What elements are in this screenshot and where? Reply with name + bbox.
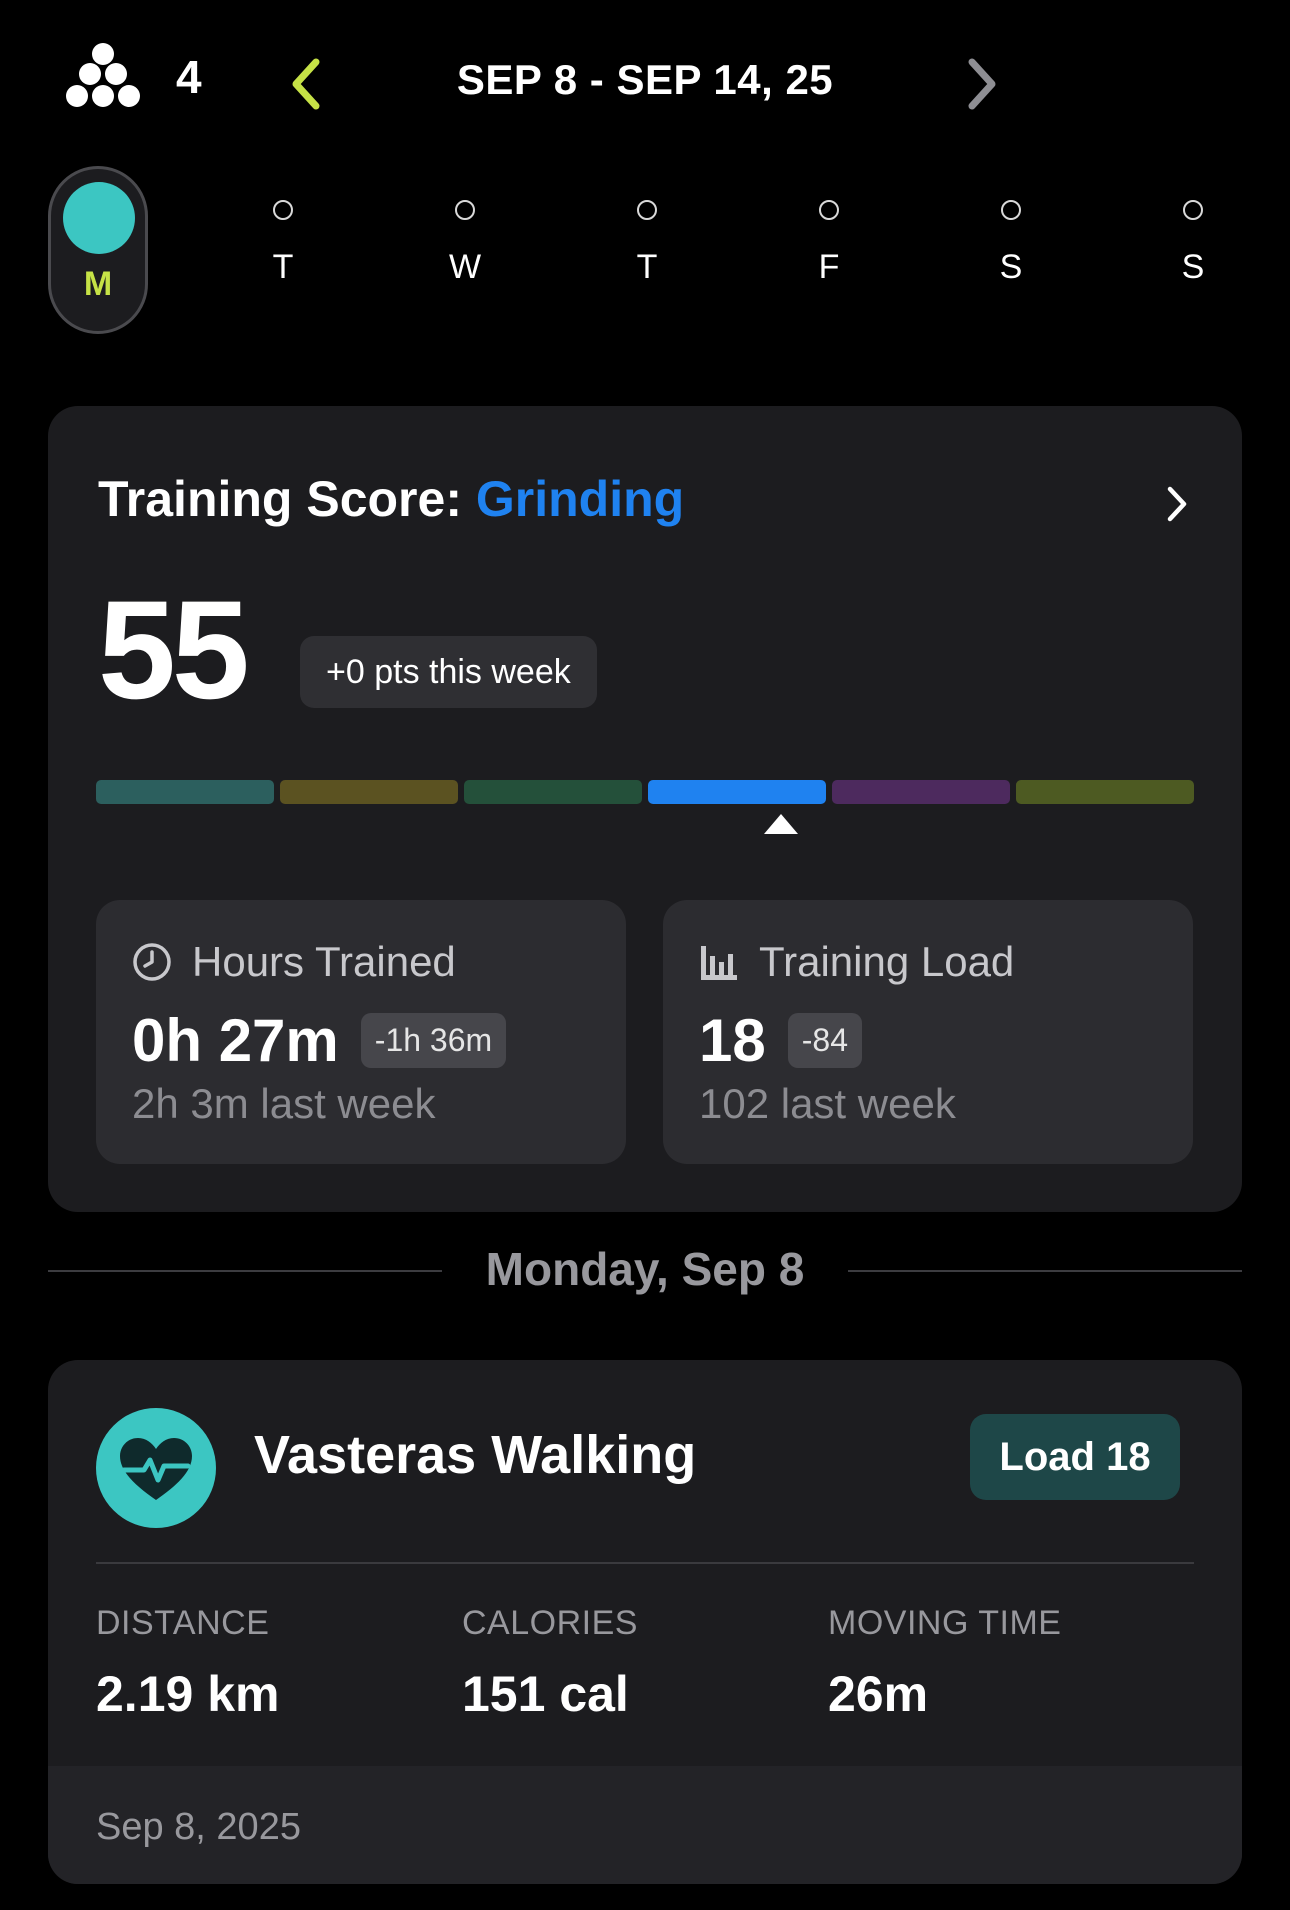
weekly-delta-badge: +0 pts this week	[300, 636, 597, 708]
hours-trained-last-week: 2h 3m last week	[132, 1080, 436, 1127]
day-empty-ring	[273, 200, 293, 220]
training-load-value: 18	[699, 1007, 766, 1074]
week-range: SEP 8 - SEP 14, 25	[456, 56, 834, 103]
heart-pulse-icon	[96, 1408, 216, 1528]
day-selector-wednesday[interactable]: W	[430, 200, 500, 287]
hours-trained-box[interactable]: Hours Trained 0h 27m -1h 36m 2h 3m last …	[96, 900, 626, 1164]
chevron-left-icon[interactable]	[286, 56, 326, 112]
training-load-last-week: 102 last week	[699, 1080, 956, 1127]
day-selector-friday[interactable]: F	[794, 200, 864, 287]
day-label: T	[636, 248, 658, 286]
day-selector-monday[interactable]: M	[48, 166, 148, 334]
score-scale-segment	[464, 780, 642, 804]
day-selector-thursday[interactable]: T	[612, 200, 682, 287]
score-scale-bar	[96, 780, 1194, 804]
metric-label: MOVING TIME	[828, 1604, 1062, 1642]
day-empty-ring	[455, 200, 475, 220]
date-divider: Monday, Sep 8	[485, 1243, 805, 1295]
clock-icon	[133, 943, 171, 981]
day-label: M	[83, 265, 113, 303]
metric-calories: CALORIES 151 cal	[462, 1604, 638, 1723]
activity-date: Sep 8, 2025	[96, 1806, 301, 1848]
day-selector-saturday[interactable]: S	[976, 200, 1046, 287]
day-label: S	[999, 248, 1023, 286]
team-count: 4	[176, 51, 202, 103]
divider-line	[96, 1562, 1194, 1564]
bar-chart-icon	[701, 946, 737, 980]
day-label: S	[1181, 248, 1205, 286]
score-scale-segment	[96, 780, 274, 804]
activity-title: Vasteras Walking	[254, 1425, 697, 1485]
metric-label: DISTANCE	[96, 1604, 270, 1642]
score-scale-segment	[1016, 780, 1194, 804]
triangle-marker-icon	[764, 814, 798, 834]
day-label: T	[272, 248, 294, 286]
hours-trained-value: 0h 27m	[132, 1007, 339, 1074]
metric-value: 26m	[828, 1666, 929, 1722]
training-score-title: Training Score: Grinding	[98, 470, 684, 528]
metric-distance: DISTANCE 2.19 km	[96, 1604, 279, 1723]
day-empty-ring	[637, 200, 657, 220]
training-score-status: Grinding	[475, 471, 685, 527]
training-score-label: Training Score:	[98, 471, 462, 527]
hours-trained-change: -1h 36m	[360, 1013, 507, 1068]
chevron-right-icon[interactable]	[1162, 484, 1192, 524]
metric-label: CALORIES	[462, 1604, 638, 1642]
day-empty-ring	[819, 200, 839, 220]
score-scale-segment-active	[648, 780, 826, 804]
score-scale-segment	[832, 780, 1010, 804]
day-empty-ring	[1001, 200, 1021, 220]
day-empty-ring	[1183, 200, 1203, 220]
training-load-change: -84	[787, 1013, 862, 1068]
day-completed-dot	[63, 182, 135, 254]
day-selector-sunday[interactable]: S	[1158, 200, 1228, 287]
team-dots-icon[interactable]	[66, 42, 140, 110]
day-label: F	[818, 248, 840, 286]
activity-load-badge: Load 18	[970, 1414, 1180, 1500]
training-load-label: Training Load	[759, 938, 1015, 985]
day-selector-tuesday[interactable]: T	[248, 200, 318, 287]
divider-line	[848, 1270, 1242, 1272]
training-score-value: 55	[98, 571, 250, 728]
metric-value: 151 cal	[462, 1666, 629, 1722]
training-load-box[interactable]: Training Load 18 -84 102 last week	[663, 900, 1193, 1164]
score-scale-segment	[280, 780, 458, 804]
metric-value: 2.19 km	[96, 1666, 280, 1722]
divider-line	[48, 1270, 442, 1272]
day-label: W	[448, 248, 482, 286]
chevron-right-icon[interactable]	[962, 56, 1002, 112]
metric-moving-time: MOVING TIME 26m	[828, 1604, 1061, 1723]
hours-trained-label: Hours Trained	[192, 938, 456, 985]
